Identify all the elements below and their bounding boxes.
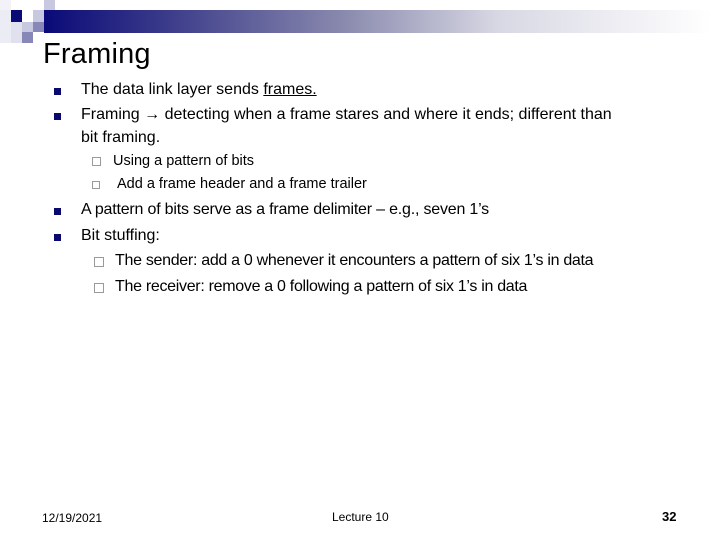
sub-bullet-square-icon xyxy=(94,257,104,267)
sub-bullet-item: Add a frame header and a frame trailer xyxy=(117,176,367,192)
slide-title: Framing xyxy=(43,38,151,70)
footer-title: Lecture 10 xyxy=(332,510,389,524)
bullet-text: The data link layer sends xyxy=(81,81,264,98)
bullet-item-continuation: bit framing. xyxy=(81,129,161,146)
footer-date: 12/19/2021 xyxy=(42,511,103,525)
deco-square xyxy=(33,10,44,22)
deco-square xyxy=(22,32,33,43)
deco-square xyxy=(11,22,22,43)
sub-bullet-item: Using a pattern of bits xyxy=(113,153,255,169)
deco-square xyxy=(0,0,11,10)
deco-square xyxy=(22,22,33,32)
deco-square xyxy=(0,10,11,43)
sub-bullet-square-icon xyxy=(92,181,100,189)
sub-bullet-square-icon xyxy=(94,283,104,293)
bullet-square-icon xyxy=(54,88,61,95)
deco-square xyxy=(44,0,55,10)
sub-bullet-item: The receiver: remove a 0 following a pat… xyxy=(115,278,528,295)
deco-square xyxy=(11,10,22,22)
bullet-square-icon xyxy=(54,113,61,120)
deco-square xyxy=(33,22,44,32)
bullet-square-icon xyxy=(54,208,61,215)
bullet-square-icon xyxy=(54,234,61,241)
bullet-item: Bit stuffing: xyxy=(81,227,160,244)
underlined-term: frames. xyxy=(263,81,317,98)
page-number: 32 xyxy=(662,509,677,524)
bullet-item: Framing → detecting when a frame stares … xyxy=(81,106,612,123)
bullet-item: The data link layer sends frames. xyxy=(81,81,317,99)
sub-bullet-item: The sender: add a 0 whenever it encounte… xyxy=(115,252,594,269)
bullet-item: A pattern of bits serve as a frame delim… xyxy=(81,201,489,218)
header-gradient-bar xyxy=(44,10,712,33)
sub-bullet-square-icon xyxy=(92,157,101,166)
